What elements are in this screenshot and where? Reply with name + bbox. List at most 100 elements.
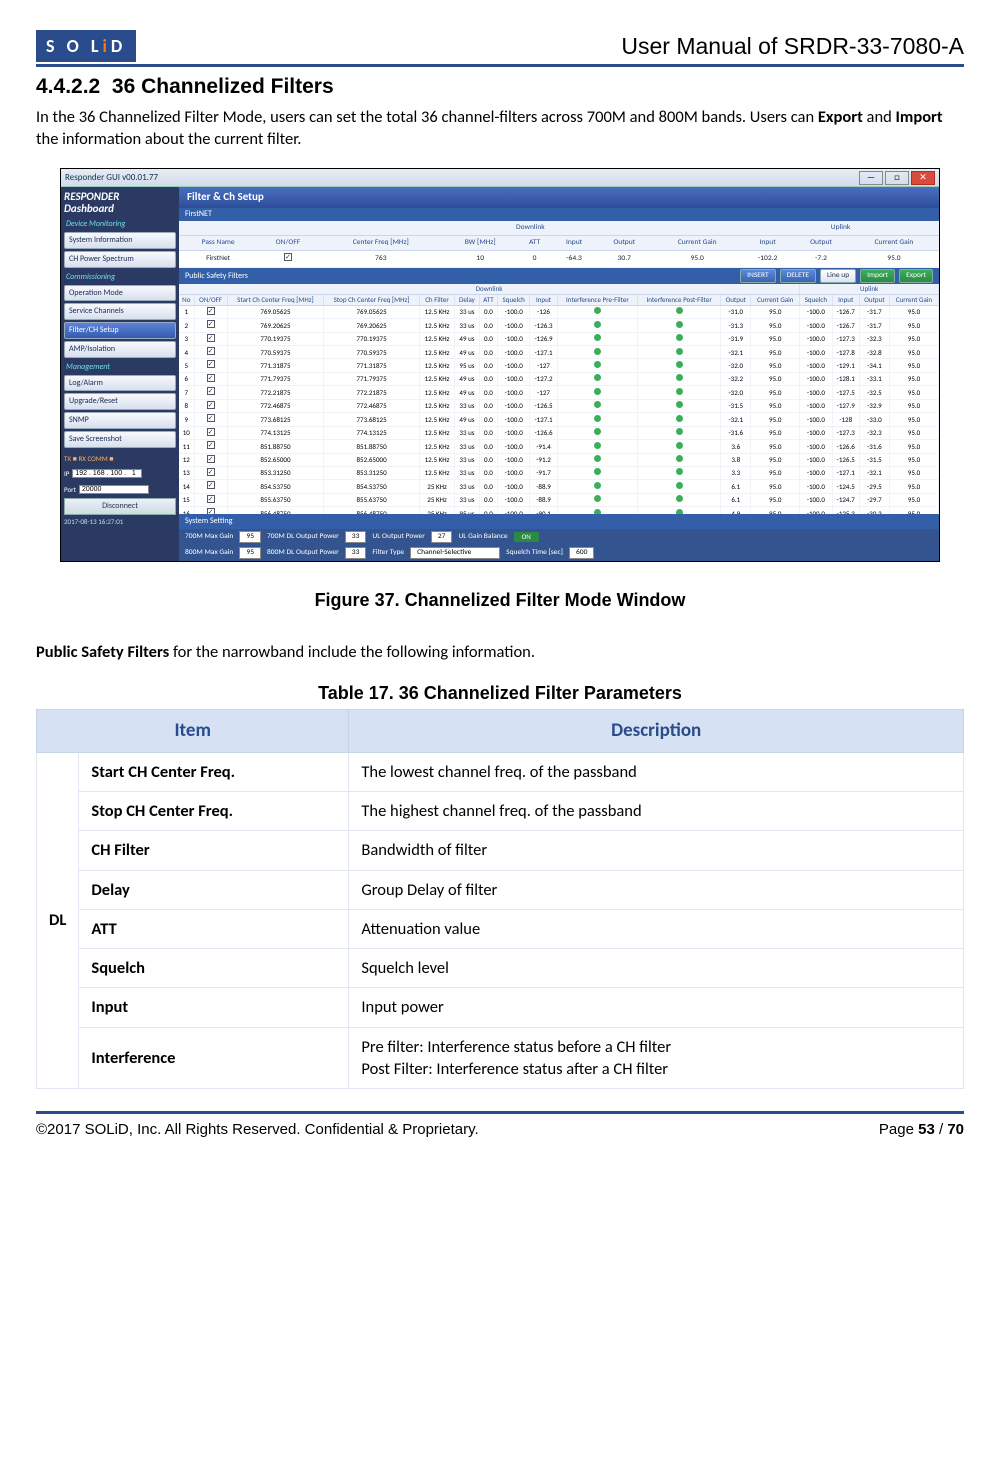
psf-cell: -91.4: [530, 440, 557, 453]
psf-row[interactable]: 4770.59375770.5937512.5 KHz49 us0.0-100.…: [179, 346, 939, 359]
window-title: Responder GUI v00.01.77: [65, 172, 857, 184]
firstnet-table: DownlinkUplink Pass NameON/OFFCenter Fre…: [179, 221, 939, 268]
psf-row[interactable]: 3770.19375770.1937512.5 KHz49 us0.0-100.…: [179, 332, 939, 345]
psf-cell: -127.5: [832, 386, 859, 399]
val-ul-out[interactable]: 27: [431, 531, 453, 543]
psf-cell: 0.0: [479, 480, 497, 493]
brand-a: RESPONDER: [64, 190, 120, 203]
nav-ch-power-spectrum[interactable]: CH Power Spectrum: [64, 251, 176, 268]
maximize-icon[interactable]: □: [885, 171, 909, 185]
psf-cell: [194, 440, 227, 453]
psf-cell: 773.68125: [227, 413, 324, 426]
param-item: ATT: [79, 909, 349, 948]
psf-cell: [194, 426, 227, 439]
psf-row[interactable]: 5771.31875771.3187512.5 KHz95 us0.0-100.…: [179, 359, 939, 372]
psf-cell: -32.8: [859, 346, 889, 359]
psf-cell: [194, 346, 227, 359]
footer-page-b: 53: [918, 1121, 935, 1138]
minimize-icon[interactable]: —: [859, 171, 883, 185]
psf-cell: 49 us: [455, 346, 480, 359]
psf-cell: -100.0: [498, 466, 530, 479]
param-row: DLStart CH Center Freq.The lowest channe…: [37, 752, 964, 791]
footer-page-a: Page: [879, 1121, 918, 1138]
psf-cell: 95.0: [889, 493, 938, 506]
ip-label: IP: [64, 469, 69, 478]
val-800m-max-gain[interactable]: 95: [239, 547, 261, 559]
psf-row[interactable]: 2769.20625769.2062512.5 KHz33 us0.0-100.…: [179, 319, 939, 332]
nav-amp-isolation[interactable]: AMP/Isolation: [64, 341, 176, 358]
param-row: Stop CH Center Freq.The highest channel …: [37, 792, 964, 831]
nav-service-channels[interactable]: Service Channels: [64, 303, 176, 320]
val-700m-dl-out[interactable]: 33: [345, 531, 367, 543]
psf-cell: 33 us: [455, 453, 480, 466]
close-icon[interactable]: ✕: [911, 171, 935, 185]
lineup-button[interactable]: Line up: [820, 269, 856, 283]
psf-cell: 33 us: [455, 426, 480, 439]
psf-row[interactable]: 15855.63750855.6375025 KHz33 us0.0-100.0…: [179, 493, 939, 506]
val-ul-gain-bal[interactable]: ON: [514, 532, 539, 541]
export-button[interactable]: Export: [899, 269, 933, 283]
nav-operation-mode[interactable]: Operation Mode: [64, 285, 176, 302]
psf-cell: 25 KHz: [419, 507, 454, 515]
psf-cell: -100.0: [498, 426, 530, 439]
nav-save-screenshot[interactable]: Save Screenshot: [64, 431, 176, 448]
nav-system-information[interactable]: System Information: [64, 232, 176, 249]
port-label: Port: [64, 485, 76, 494]
psf-row[interactable]: 1769.05625769.0562512.5 KHz33 us0.0-100.…: [179, 305, 939, 318]
doc-title: User Manual of SRDR-33-7080-A: [621, 31, 964, 62]
nav-upgrade-reset[interactable]: Upgrade/Reset: [64, 393, 176, 410]
fn-cell: FirstNet: [179, 251, 257, 268]
insert-button[interactable]: INSERT: [740, 269, 776, 283]
fn-group-dl: Downlink: [319, 221, 743, 236]
psf-cell: -100.0: [498, 480, 530, 493]
fn-cell: 95.0: [849, 251, 939, 268]
delete-button[interactable]: DELETE: [780, 269, 816, 283]
psf-row[interactable]: 6771.79375771.7937512.5 KHz49 us0.0-100.…: [179, 372, 939, 385]
nav-filter-ch-setup[interactable]: Filter/CH Setup: [64, 322, 176, 339]
psf-row[interactable]: 11851.88750851.8875012.5 KHz33 us0.0-100…: [179, 440, 939, 453]
sidebar-cat-commissioning: Commissioning: [66, 272, 176, 283]
val-squelch-time[interactable]: 600: [569, 547, 594, 559]
val-800m-dl-out[interactable]: 33: [345, 547, 367, 559]
panel-title: Filter & Ch Setup: [179, 187, 939, 208]
psf-row[interactable]: 13853.31250853.3125012.5 KHz33 us0.0-100…: [179, 466, 939, 479]
psf-cell: 854.53750: [324, 480, 420, 493]
psf-cell: 49 us: [455, 386, 480, 399]
psf-row[interactable]: 14854.53750854.5375025 KHz33 us0.0-100.0…: [179, 480, 939, 493]
psf-cell: 770.19375: [227, 332, 324, 345]
nav-snmp[interactable]: SNMP: [64, 412, 176, 429]
param-group: DL: [37, 752, 79, 1088]
nav-log-alarm[interactable]: Log/Alarm: [64, 375, 176, 392]
psf-row[interactable]: 9773.68125773.6812512.5 KHz49 us0.0-100.…: [179, 413, 939, 426]
psf-cell: -88.9: [530, 480, 557, 493]
psf-cell: 772.21875: [227, 386, 324, 399]
disconnect-button[interactable]: Disconnect: [64, 498, 176, 515]
val-700m-max-gain[interactable]: 95: [239, 531, 261, 543]
psf-cell: 95.0: [751, 480, 800, 493]
psf-cell: 95.0: [889, 440, 938, 453]
lbl-700m-max-gain: 700M Max Gain: [185, 532, 233, 542]
lbl-filter-type: Filter Type: [372, 548, 404, 558]
psf-row[interactable]: 12852.65000852.6500012.5 KHz33 us0.0-100…: [179, 453, 939, 466]
psf-cell: [638, 399, 721, 412]
psf-row[interactable]: 8772.46875772.4687512.5 KHz33 us0.0-100.…: [179, 399, 939, 412]
psf-row[interactable]: 7772.21875772.2187512.5 KHz49 us0.0-100.…: [179, 386, 939, 399]
psf-cell: 0.0: [479, 453, 497, 466]
psf-cell: 95.0: [889, 372, 938, 385]
psf-cell: 95.0: [751, 346, 800, 359]
psf-row[interactable]: 16856.48750856.4875025 KHz95 us0.0-100.0…: [179, 507, 939, 515]
port-input[interactable]: [79, 485, 149, 494]
psf-row[interactable]: 10774.13125774.1312512.5 KHz33 us0.0-100…: [179, 426, 939, 439]
psf-cell: 95.0: [751, 453, 800, 466]
val-filter-type[interactable]: Channel-Selective: [410, 547, 500, 559]
psf-cell: 769.20625: [227, 319, 324, 332]
psf-cell: -32.1: [721, 413, 751, 426]
sidebar-cat-monitoring: Device Monitoring: [66, 219, 176, 230]
import-button[interactable]: Import: [860, 269, 895, 283]
ip-input[interactable]: [72, 469, 142, 478]
psf-cell: 3.8: [721, 453, 751, 466]
psf-header: No: [179, 295, 194, 306]
fn-cell: [257, 251, 318, 268]
psf-cell: -32.0: [721, 359, 751, 372]
psf-cell: -100.0: [800, 319, 832, 332]
